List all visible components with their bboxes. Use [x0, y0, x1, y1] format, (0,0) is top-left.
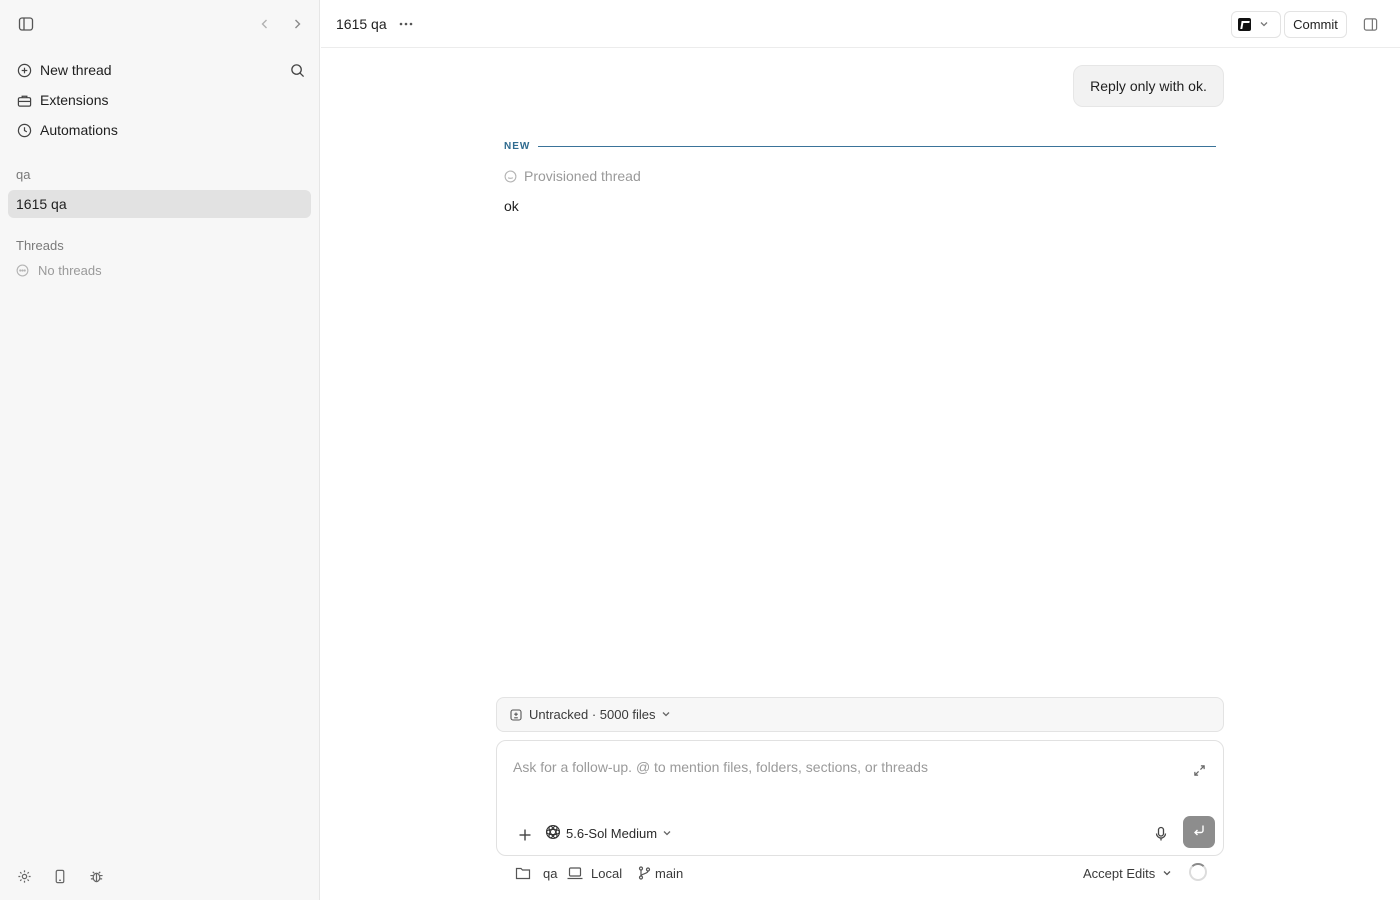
- toggle-sidebar-icon[interactable]: [14, 12, 38, 36]
- branch-selector[interactable]: main: [638, 863, 683, 883]
- toolbox-icon: [16, 92, 32, 108]
- edit-mode-selector[interactable]: Accept Edits: [1083, 863, 1172, 883]
- sidebar: New thread Extensions Automations qa 161…: [0, 0, 320, 900]
- sidebar-item-label: New thread: [40, 62, 112, 78]
- project-item-label: 1615 qa: [16, 196, 67, 212]
- branch-label: main: [655, 865, 684, 881]
- phone-icon[interactable]: [48, 864, 72, 888]
- chevron-down-icon: [661, 707, 671, 722]
- open-in-app-dropdown[interactable]: [1231, 11, 1281, 38]
- app-window: New thread Extensions Automations qa 161…: [0, 0, 1400, 900]
- chat-bubble-icon: [16, 264, 30, 278]
- loading-spinner-icon: [1189, 863, 1207, 881]
- folder-selector[interactable]: qa: [515, 863, 557, 883]
- settings-icon[interactable]: [12, 864, 36, 888]
- model-selector[interactable]: 5.6-Sol Medium: [545, 823, 672, 843]
- status-circle-icon: [504, 170, 517, 183]
- sidebar-item-automations[interactable]: Automations: [8, 116, 311, 144]
- no-threads-text: No threads: [38, 263, 102, 278]
- clock-icon: [16, 122, 32, 138]
- top-bar: 1615 qa Commit: [321, 0, 1400, 48]
- sidebar-item-new-thread[interactable]: New thread: [8, 56, 311, 84]
- environment-selector[interactable]: Local: [567, 863, 622, 883]
- more-options-icon[interactable]: [394, 12, 418, 36]
- toggle-panel-icon[interactable]: [1358, 12, 1382, 36]
- threads-section-label: Threads: [16, 238, 64, 253]
- back-arrow-icon[interactable]: [253, 12, 277, 36]
- expand-icon[interactable]: [1187, 758, 1211, 782]
- folder-label: qa: [543, 865, 558, 881]
- sidebar-toolbar: [0, 0, 320, 48]
- search-icon[interactable]: [285, 58, 309, 82]
- project-section-label: qa: [16, 167, 31, 182]
- commit-button[interactable]: Commit: [1284, 11, 1347, 38]
- model-label: 5.6-Sol Medium: [566, 825, 658, 841]
- user-message-bubble: Reply only with ok.: [1073, 65, 1224, 107]
- no-threads-placeholder: No threads: [16, 263, 102, 278]
- edit-mode-label: Accept Edits: [1083, 865, 1156, 881]
- chevron-down-icon: [662, 826, 672, 841]
- folder-icon: [515, 866, 531, 880]
- file-diff-icon: [510, 708, 522, 721]
- follow-up-input[interactable]: [513, 756, 1173, 778]
- provisioned-text: Provisioned thread: [524, 168, 641, 184]
- model-logo-icon: [545, 824, 561, 843]
- microphone-icon[interactable]: [1149, 822, 1173, 846]
- sidebar-item-extensions[interactable]: Extensions: [8, 86, 311, 114]
- assistant-message: ok: [504, 198, 519, 214]
- enter-arrow-icon: [1192, 823, 1206, 842]
- sidebar-item-label: Automations: [40, 122, 118, 138]
- send-button[interactable]: [1183, 816, 1215, 848]
- environment-label: Local: [591, 865, 623, 881]
- git-branch-icon: [638, 866, 651, 880]
- page-title: 1615 qa: [336, 16, 387, 32]
- app-logo-icon: [1238, 18, 1251, 31]
- divider-line: [538, 145, 1216, 147]
- chevron-down-icon: [1162, 868, 1172, 878]
- laptop-icon: [567, 866, 583, 880]
- new-messages-divider: NEW: [504, 139, 1216, 153]
- plus-circle-icon: [16, 62, 32, 78]
- chevron-down-icon: [1259, 16, 1269, 34]
- untracked-files-dropdown[interactable]: Untracked · 5000 files: [496, 697, 1224, 732]
- composer: 5.6-Sol Medium: [496, 740, 1224, 856]
- sidebar-item-label: Extensions: [40, 92, 109, 108]
- provisioned-status: Provisioned thread: [504, 168, 641, 184]
- user-message-text: Reply only with ok.: [1090, 78, 1207, 94]
- bug-icon[interactable]: [84, 864, 108, 888]
- add-attachment-button[interactable]: [513, 823, 537, 847]
- sidebar-item-project[interactable]: 1615 qa: [8, 190, 311, 218]
- forward-arrow-icon[interactable]: [285, 12, 309, 36]
- untracked-label: Untracked · 5000 files: [529, 707, 656, 722]
- new-divider-label: NEW: [504, 140, 531, 152]
